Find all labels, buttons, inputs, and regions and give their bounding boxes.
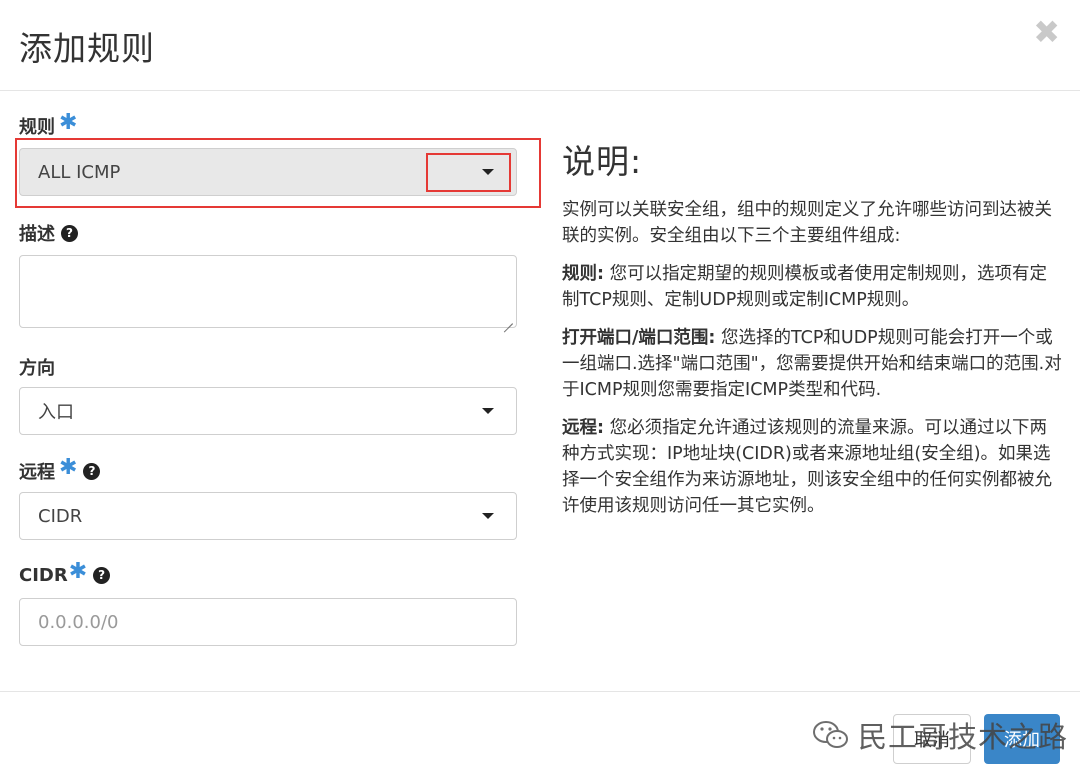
explanation-text: 您必须指定允许通过该规则的流量来源。可以通过以下两种方式实现：IP地址块(CID… <box>562 418 1052 516</box>
description-label-row: 描述 ? <box>19 220 78 246</box>
explanation-title: 说明: <box>562 142 643 181</box>
description-label: 描述 <box>19 224 55 245</box>
close-icon[interactable]: ✖ <box>1033 16 1060 48</box>
explanation-item: 打开端口/端口范围: 您选择的TCP和UDP规则可能会打开一个或一组端口.选择"… <box>562 325 1062 403</box>
direction-label-row: 方向 <box>19 354 55 380</box>
direction-select-value: 入口 <box>38 402 74 423</box>
explanation-term: 规则: <box>562 264 604 284</box>
highlight-box-dropdown <box>426 153 511 192</box>
help-icon[interactable]: ? <box>93 566 111 584</box>
description-textarea[interactable] <box>19 255 517 328</box>
explanation-item: 远程: 您必须指定允许通过该规则的流量来源。可以通过以下两种方式实现：IP地址块… <box>562 415 1062 519</box>
direction-label: 方向 <box>19 358 55 379</box>
cidr-label: CIDR <box>19 564 68 586</box>
explanation-panel: 说明: 实例可以关联安全组，组中的规则定义了允许哪些访问到达被关联的实例。安全组… <box>562 135 1062 531</box>
remote-label-row: 远程 ✱ ? <box>19 455 101 484</box>
help-icon[interactable]: ? <box>61 224 78 242</box>
required-asterisk-icon: ✱ <box>59 110 78 135</box>
add-button[interactable]: 添加 <box>984 714 1060 764</box>
chevron-down-icon <box>482 513 494 519</box>
modal-title: 添加规则 <box>19 29 155 68</box>
chevron-down-icon <box>482 408 494 414</box>
resize-handle-icon[interactable] <box>503 314 513 324</box>
cidr-placeholder: 0.0.0.0/0 <box>38 611 119 633</box>
remote-select-value: CIDR <box>38 505 83 527</box>
required-asterisk-icon: ✱ <box>68 559 88 584</box>
rule-label-row: 规则 ✱ <box>19 110 78 139</box>
explanation-term: 打开端口/端口范围: <box>562 328 716 348</box>
explanation-item: 规则: 您可以指定期望的规则模板或者使用定制规则，选项有定制TCP规则、定制UD… <box>562 261 1062 313</box>
help-icon[interactable]: ? <box>83 462 101 480</box>
cidr-label-row: CIDR ✱ ? <box>19 559 111 586</box>
explanation-text: 您可以指定期望的规则模板或者使用定制规则，选项有定制TCP规则、定制UDP规则或… <box>562 264 1048 310</box>
rule-label: 规则 <box>19 117 55 138</box>
cidr-input[interactable]: 0.0.0.0/0 <box>19 598 517 646</box>
direction-select[interactable]: 入口 <box>19 387 517 435</box>
explanation-term: 远程: <box>562 418 604 438</box>
cancel-button[interactable]: 取消 <box>893 714 971 764</box>
modal-header: 添加规则 ✖ <box>0 0 1080 91</box>
remote-label: 远程 <box>19 462 55 483</box>
remote-select[interactable]: CIDR <box>19 492 517 540</box>
explanation-intro: 实例可以关联安全组，组中的规则定义了允许哪些访问到达被关联的实例。安全组由以下三… <box>562 200 1052 246</box>
required-asterisk-icon: ✱ <box>59 455 78 480</box>
